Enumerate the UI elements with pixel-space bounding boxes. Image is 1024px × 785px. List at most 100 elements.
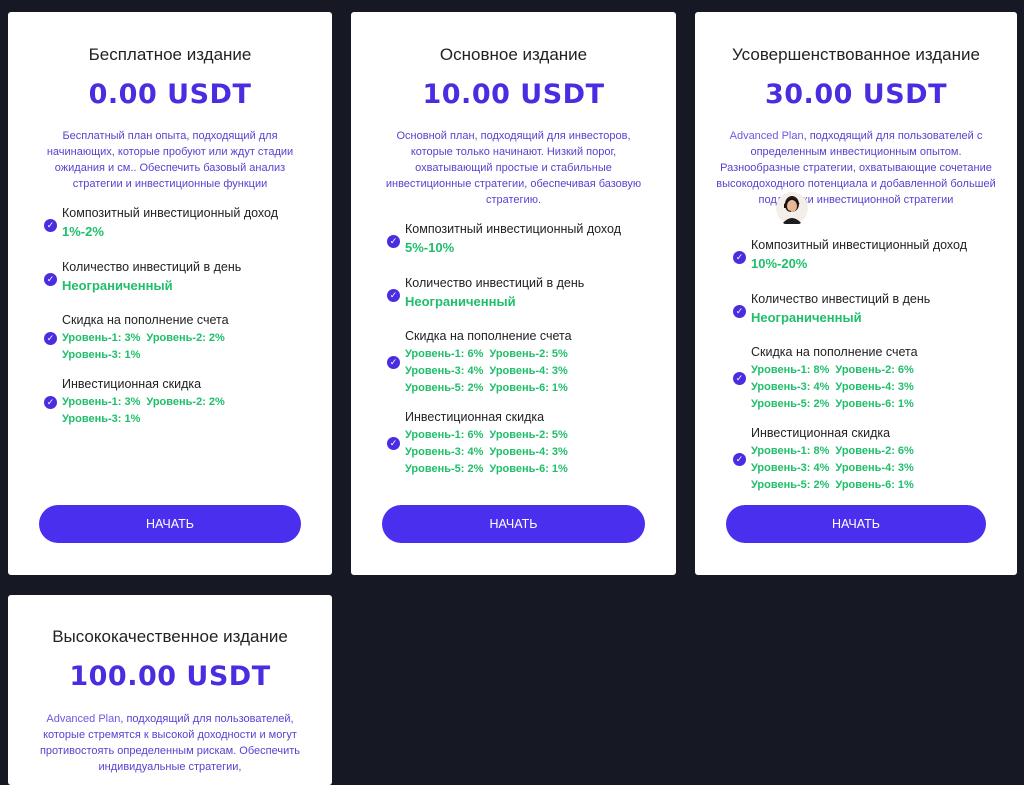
plan-description: Advanced Plan, подходящий для пользовате…: [36, 711, 304, 775]
feature-deposit: ✓ Скидка на пополнение счета Уровень-1: …: [733, 345, 1005, 426]
feature-label: Скидка на пополнение счета: [751, 345, 918, 359]
plan-price: 10.00 USDT: [422, 79, 605, 110]
level-row: Уровень-3: 1%: [62, 411, 320, 428]
plan-price: 0.00 USDT: [88, 79, 252, 110]
level-value: Уровень-5: 2%: [405, 382, 484, 394]
check-icon: ✓: [387, 289, 400, 302]
level-value: Уровень-3: 4%: [405, 446, 484, 458]
plan-title: Основное издание: [439, 45, 588, 64]
check-icon: ✓: [44, 396, 57, 409]
feature-value: Неограниченный: [405, 294, 516, 309]
feature-label: Количество инвестиций в день: [751, 292, 931, 306]
check-icon: ✓: [387, 235, 400, 248]
level-value: Уровень-1: 6%: [405, 429, 484, 441]
support-agent-icon: [776, 192, 808, 224]
level-value: Уровень-6: 1%: [835, 398, 914, 410]
feature-label: Скидка на пополнение счета: [405, 329, 572, 343]
level-value: Уровень-4: 3%: [835, 462, 914, 474]
feature-value: Неограниченный: [62, 278, 173, 293]
plan-description: Advanced Plan, подходящий для пользовате…: [715, 128, 997, 208]
plan-features: ✓ Композитный инвестиционный доход 1%-2%…: [44, 206, 320, 441]
level-value: Уровень-2: 2%: [146, 396, 225, 408]
check-icon: ✓: [733, 251, 746, 264]
check-icon: ✓: [733, 453, 746, 466]
level-value: Уровень-6: 1%: [489, 463, 568, 475]
level-value: Уровень-1: 8%: [751, 364, 830, 376]
level-row: Уровень-5: 2% Уровень-6: 1%: [751, 396, 1005, 413]
check-icon: ✓: [387, 356, 400, 369]
level-value: Уровень-3: 4%: [751, 462, 830, 474]
level-row: Уровень-1: 6% Уровень-2: 5%: [405, 346, 664, 363]
feature-label: Композитный инвестиционный доход: [405, 222, 622, 236]
level-value: Уровень-1: 6%: [405, 348, 484, 360]
feature-label: Количество инвестиций в день: [62, 260, 242, 274]
level-row: Уровень-5: 2% Уровень-6: 1%: [405, 461, 664, 478]
plan-card-basic: Основное издание 10.00 USDT Основной пла…: [351, 12, 676, 575]
feature-value: 10%-20%: [751, 256, 808, 271]
level-value: Уровень-6: 1%: [489, 382, 568, 394]
plan-description: Основной план, подходящий для инвесторов…: [385, 130, 642, 206]
feature-value: Неограниченный: [751, 310, 862, 325]
level-value: Уровень-4: 3%: [835, 381, 914, 393]
feature-count: ✓ Количество инвестиций в день Неогранич…: [387, 276, 664, 329]
level-row: Уровень-3: 4% Уровень-4: 3%: [405, 444, 664, 461]
support-avatar[interactable]: [776, 190, 808, 226]
feature-deposit: ✓ Скидка на пополнение счета Уровень-1: …: [44, 313, 320, 377]
feature-label: Скидка на пополнение счета: [62, 313, 229, 327]
level-value: Уровень-1: 3%: [62, 396, 141, 408]
level-row: Уровень-1: 8% Уровень-2: 6%: [751, 443, 1005, 460]
feature-count: ✓ Количество инвестиций в день Неогранич…: [44, 260, 320, 313]
plan-features: ✓ Композитный инвестиционный доход 5%-10…: [387, 222, 664, 480]
level-value: Уровень-2: 6%: [835, 445, 914, 457]
check-icon: ✓: [387, 437, 400, 450]
level-value: Уровень-5: 2%: [405, 463, 484, 475]
plan-title: Бесплатное издание: [88, 45, 252, 64]
feature-label: Инвестиционная скидка: [62, 377, 202, 391]
feature-income: ✓ Композитный инвестиционный доход 5%-10…: [387, 222, 664, 276]
check-icon: ✓: [44, 219, 57, 232]
plan-title: Высококачественное издание: [52, 627, 288, 646]
check-icon: ✓: [733, 372, 746, 385]
plan-card-premium: Высококачественное издание 100.00 USDT A…: [8, 595, 332, 785]
start-button[interactable]: НАЧАТЬ: [382, 505, 645, 543]
feature-invest: ✓ Инвестиционная скидка Уровень-1: 3% Уро…: [44, 377, 320, 441]
plan-price: 30.00 USDT: [764, 79, 947, 110]
level-row: Уровень-1: 8% Уровень-2: 6%: [751, 362, 1005, 379]
level-value: Уровень-5: 2%: [751, 398, 830, 410]
start-button[interactable]: НАЧАТЬ: [726, 505, 986, 543]
level-value: Уровень-2: 5%: [489, 429, 568, 441]
level-row: Уровень-3: 1%: [62, 347, 320, 364]
check-icon: ✓: [44, 332, 57, 345]
level-value: Уровень-3: 1%: [62, 349, 141, 361]
feature-value: 5%-10%: [405, 240, 455, 255]
plan-card-free: Бесплатное издание 0.00 USDT Бесплатный …: [8, 12, 332, 575]
level-row: Уровень-5: 2% Уровень-6: 1%: [751, 477, 1005, 494]
plan-card-advanced: Усовершенствованное издание 30.00 USDT A…: [695, 12, 1017, 575]
plan-price: 100.00 USDT: [69, 661, 271, 692]
check-icon: ✓: [44, 273, 57, 286]
check-icon: ✓: [733, 305, 746, 318]
feature-invest: ✓ Инвестиционная скидка Уровень-1: 6% Уро…: [387, 410, 664, 480]
feature-label: Количество инвестиций в день: [405, 276, 585, 290]
start-button[interactable]: НАЧАТЬ: [39, 505, 301, 543]
level-value: Уровень-4: 3%: [489, 446, 568, 458]
level-value: Уровень-1: 3%: [62, 332, 141, 344]
feature-income: ✓ Композитный инвестиционный доход 1%-2%: [44, 206, 320, 260]
level-value: Уровень-5: 2%: [751, 479, 830, 491]
level-value: Уровень-4: 3%: [489, 365, 568, 377]
level-value: Уровень-2: 6%: [835, 364, 914, 376]
level-row: Уровень-3: 4% Уровень-4: 3%: [405, 363, 664, 380]
level-row: Уровень-1: 6% Уровень-2: 5%: [405, 427, 664, 444]
level-value: Уровень-6: 1%: [835, 479, 914, 491]
level-row: Уровень-1: 3% Уровень-2: 2%: [62, 394, 320, 411]
level-value: Уровень-3: 4%: [405, 365, 484, 377]
level-value: Уровень-1: 8%: [751, 445, 830, 457]
level-row: Уровень-1: 3% Уровень-2: 2%: [62, 330, 320, 347]
plan-features: ✓ Композитный инвестиционный доход 10%-2…: [733, 238, 1005, 496]
plan-name-prefix: Advanced Plan: [46, 713, 121, 725]
level-row: Уровень-5: 2% Уровень-6: 1%: [405, 380, 664, 397]
level-row: Уровень-3: 4% Уровень-4: 3%: [751, 460, 1005, 477]
feature-label: Инвестиционная скидка: [405, 410, 545, 424]
feature-invest: ✓ Инвестиционная скидка Уровень-1: 8% Уро…: [733, 426, 1005, 496]
level-value: Уровень-3: 4%: [751, 381, 830, 393]
